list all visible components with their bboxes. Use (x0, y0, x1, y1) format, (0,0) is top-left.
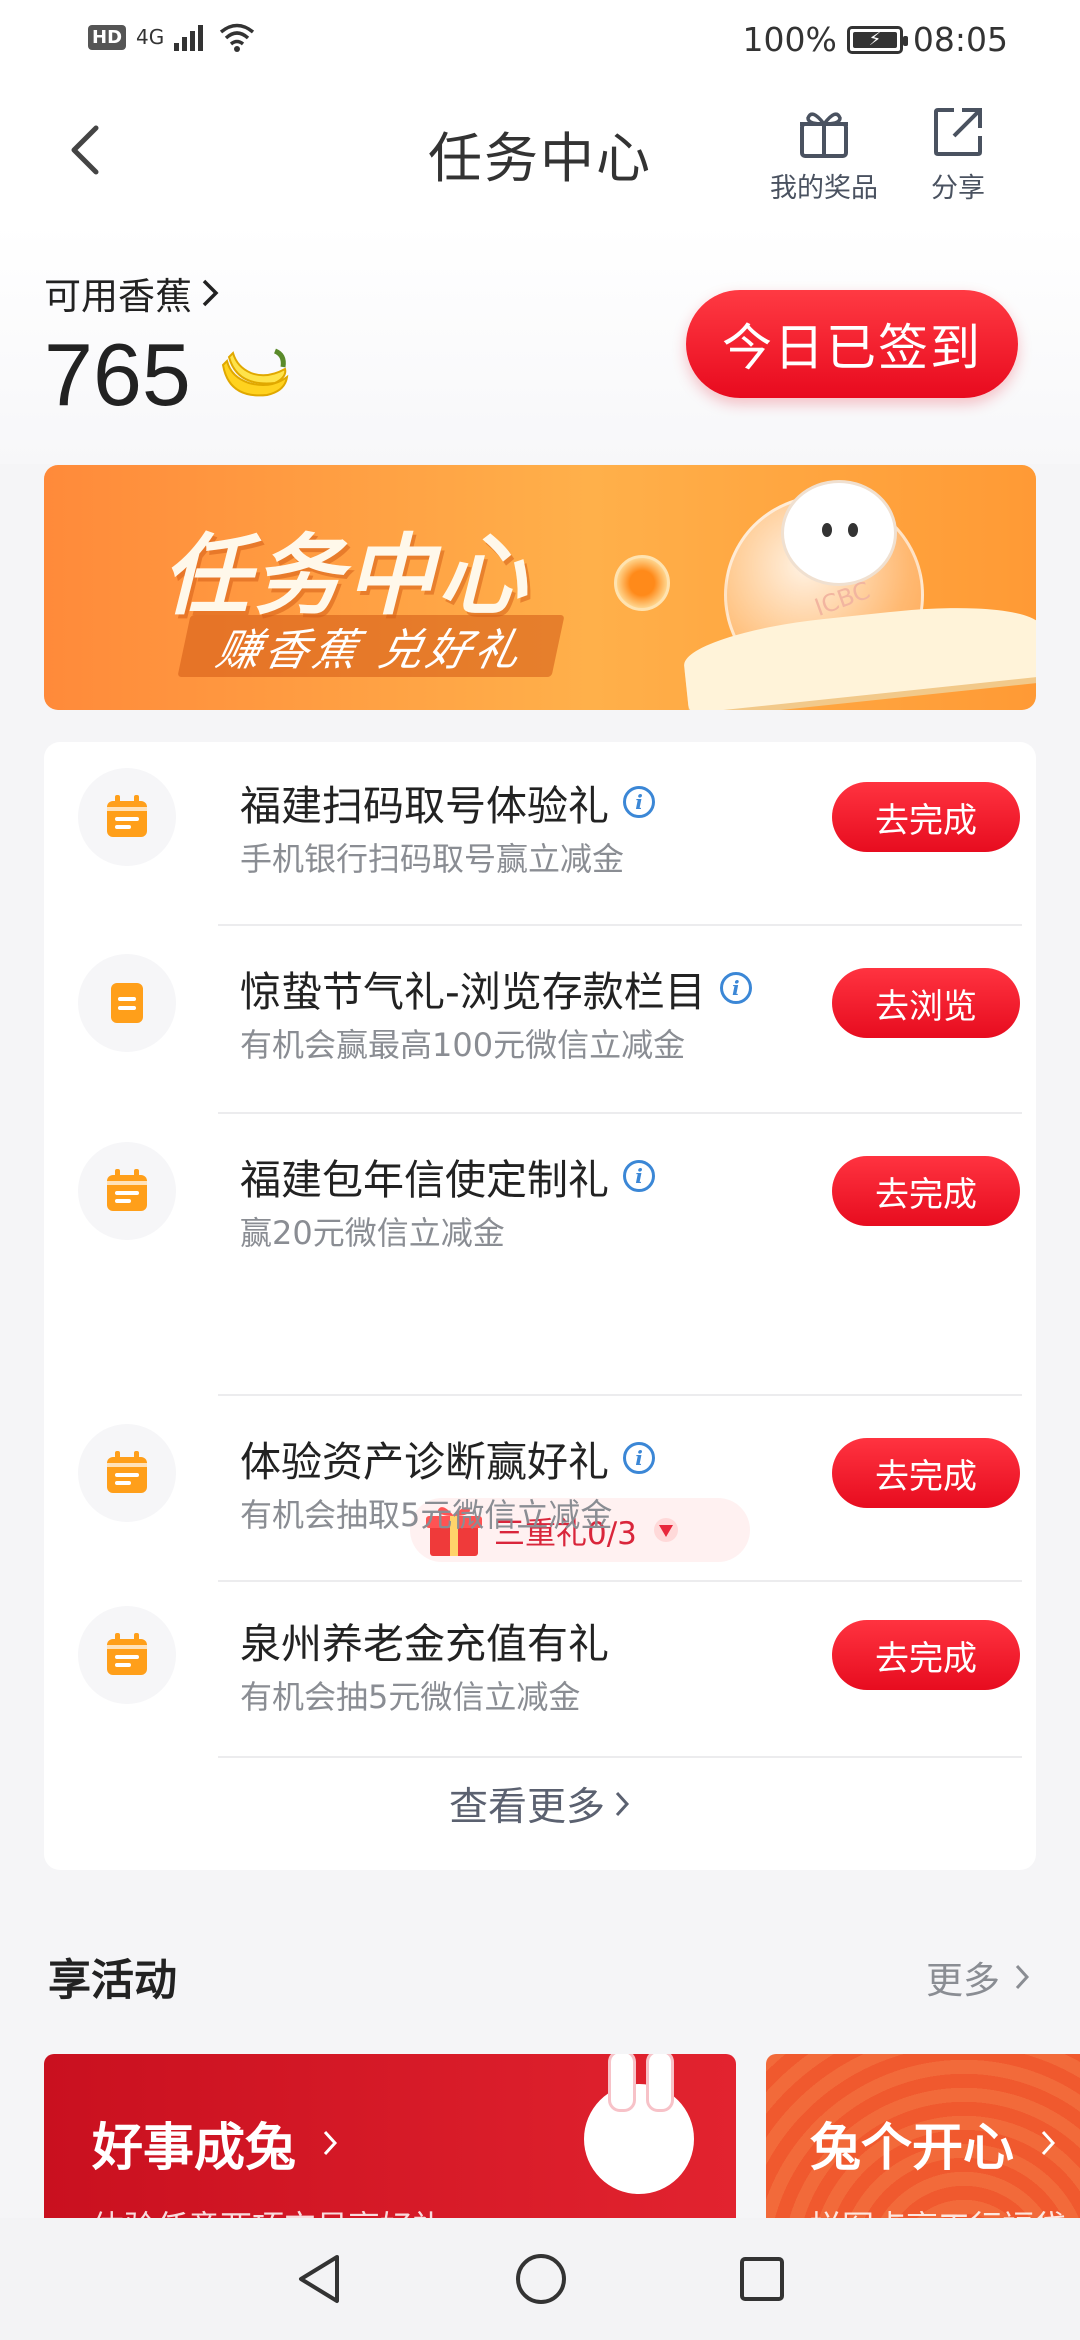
divider (218, 924, 1022, 926)
my-prizes-button[interactable]: 我的奖品 (770, 104, 878, 205)
browse-task-button[interactable]: 去浏览 (832, 968, 1020, 1038)
task-title-text: 惊蛰节气礼-浏览存款栏目 (240, 968, 706, 1016)
task-title: 惊蛰节气礼-浏览存款栏目 i (240, 958, 752, 1018)
status-right: 100% ⚡ 08:05 (743, 20, 1008, 59)
share-icon (934, 108, 982, 156)
task-title-text: 泉州养老金充值有礼 (240, 1620, 609, 1668)
calendar-icon (107, 1451, 147, 1493)
task-title: 泉州养老金充值有礼 (240, 1610, 609, 1670)
divider (218, 1580, 1022, 1582)
status-bar: HD 4G 100% ⚡ 08:05 (0, 0, 1080, 84)
hd-indicator: HD (88, 24, 127, 50)
activity-name-text: 好事成兔 (92, 2119, 297, 2178)
info-icon[interactable]: i (623, 1442, 655, 1474)
banana-balance: 765 (44, 324, 291, 426)
task-icon-wrap (78, 954, 176, 1052)
task-title: 福建扫码取号体验礼 i (240, 772, 655, 832)
status-left: HD 4G (88, 22, 256, 52)
nav-back-icon[interactable] (293, 2251, 345, 2307)
chevron-right-icon (202, 279, 219, 307)
activities-more-label: 更多 (926, 1959, 1000, 2002)
calendar-icon (107, 795, 147, 837)
task-icon-wrap (78, 768, 176, 866)
complete-task-button[interactable]: 去完成 (832, 1438, 1020, 1508)
task-subtitle: 手机银行扫码取号赢立减金 (240, 840, 625, 878)
view-more-link[interactable]: 查看更多 (44, 1776, 1036, 1832)
info-icon[interactable]: i (623, 786, 655, 818)
complete-task-button[interactable]: 去完成 (832, 782, 1020, 852)
activity-card[interactable]: 好事成兔 体验任意两项交易享好礼 (44, 2054, 736, 2220)
nav-home-icon[interactable] (513, 2251, 569, 2307)
app-header: 任务中心 我的奖品 分享 (0, 84, 1080, 224)
page-title: 任务中心 (428, 127, 652, 190)
task-subtitle: 赢20元微信立减金 (240, 1214, 505, 1252)
mascot-decoration (784, 483, 894, 583)
activity-name: 兔个开心 (810, 2106, 1056, 2180)
complete-task-button[interactable]: 去完成 (832, 1156, 1020, 1226)
task-title-text: 体验资产诊断赢好礼 (240, 1438, 609, 1486)
gift-icon (800, 112, 848, 158)
available-bananas-label: 可用香蕉 (44, 275, 192, 318)
activity-name: 好事成兔 (92, 2106, 338, 2180)
task-title: 福建包年信使定制礼 i (240, 1146, 655, 1206)
banner-title: 任务中心 (162, 524, 531, 627)
share-button[interactable]: 分享 (930, 104, 986, 205)
divider (218, 1756, 1022, 1758)
activity-card[interactable]: 兔个开心 拼图点亮工行福袋 (766, 2054, 1080, 2220)
banner-subtitle: 赚香蕉 兑好礼 (177, 615, 565, 677)
battery-icon: ⚡ (846, 25, 908, 54)
system-nav-bar (0, 2218, 1080, 2340)
task-title-text: 福建扫码取号体验礼 (240, 782, 609, 830)
nav-recents-icon[interactable] (737, 2254, 787, 2304)
task-icon-wrap (78, 1424, 176, 1522)
divider (218, 1112, 1022, 1114)
clock: 08:05 (912, 20, 1008, 59)
my-prizes-label: 我的奖品 (770, 173, 878, 204)
share-label: 分享 (931, 173, 985, 204)
task-title: 体验资产诊断赢好礼 i (240, 1428, 655, 1488)
info-icon[interactable]: i (719, 972, 752, 1004)
view-more-label: 查看更多 (448, 1785, 605, 1830)
banana-icon (221, 348, 289, 397)
rabbit-mascot-decoration (584, 2054, 694, 2194)
available-bananas-link[interactable]: 可用香蕉 (44, 266, 220, 320)
info-icon[interactable]: i (623, 1160, 655, 1192)
activity-name-text: 兔个开心 (810, 2119, 1015, 2178)
signed-in-today-button[interactable]: 今日已签到 (686, 290, 1018, 398)
task-icon-wrap (78, 1606, 176, 1704)
chevron-right-icon (323, 2130, 338, 2156)
task-subtitle: 有机会抽5元微信立减金 (240, 1678, 581, 1716)
banana-summary: 可用香蕉 765 今日已签到 (0, 224, 1080, 464)
task-subtitle: 有机会赢最高100元微信立减金 (240, 1026, 686, 1064)
calendar-icon (107, 1633, 147, 1675)
activities-title: 享活动 (48, 1956, 177, 2006)
chevron-right-icon (1041, 2130, 1056, 2156)
task-list-card: 福建扫码取号体验礼 i 手机银行扫码取号赢立减金 去完成 惊蛰节气礼-浏览存款栏… (44, 742, 1036, 1870)
task-center-banner[interactable]: 任务中心 赚香蕉 兑好礼 ICBC (44, 465, 1036, 710)
document-icon (111, 983, 143, 1023)
chevron-down-icon (653, 1518, 678, 1542)
calendar-icon (107, 1169, 147, 1211)
banana-count: 765 (44, 325, 191, 424)
chevron-right-icon (615, 1791, 630, 1817)
task-title-text: 福建包年信使定制礼 (240, 1156, 609, 1204)
task-icon-wrap (78, 1142, 176, 1240)
wifi-icon (220, 23, 255, 52)
coin-decoration (614, 555, 670, 611)
divider (218, 1394, 1022, 1396)
activities-more-link[interactable]: 更多 (926, 1950, 1030, 2004)
complete-task-button[interactable]: 去完成 (832, 1620, 1020, 1690)
signal-icon (174, 25, 204, 51)
network-type: 4G (136, 25, 165, 49)
task-subtitle: 有机会抽取5元微信立减金 (240, 1496, 613, 1534)
battery-percent: 100% (742, 20, 837, 59)
chevron-right-icon (1015, 1964, 1030, 1990)
